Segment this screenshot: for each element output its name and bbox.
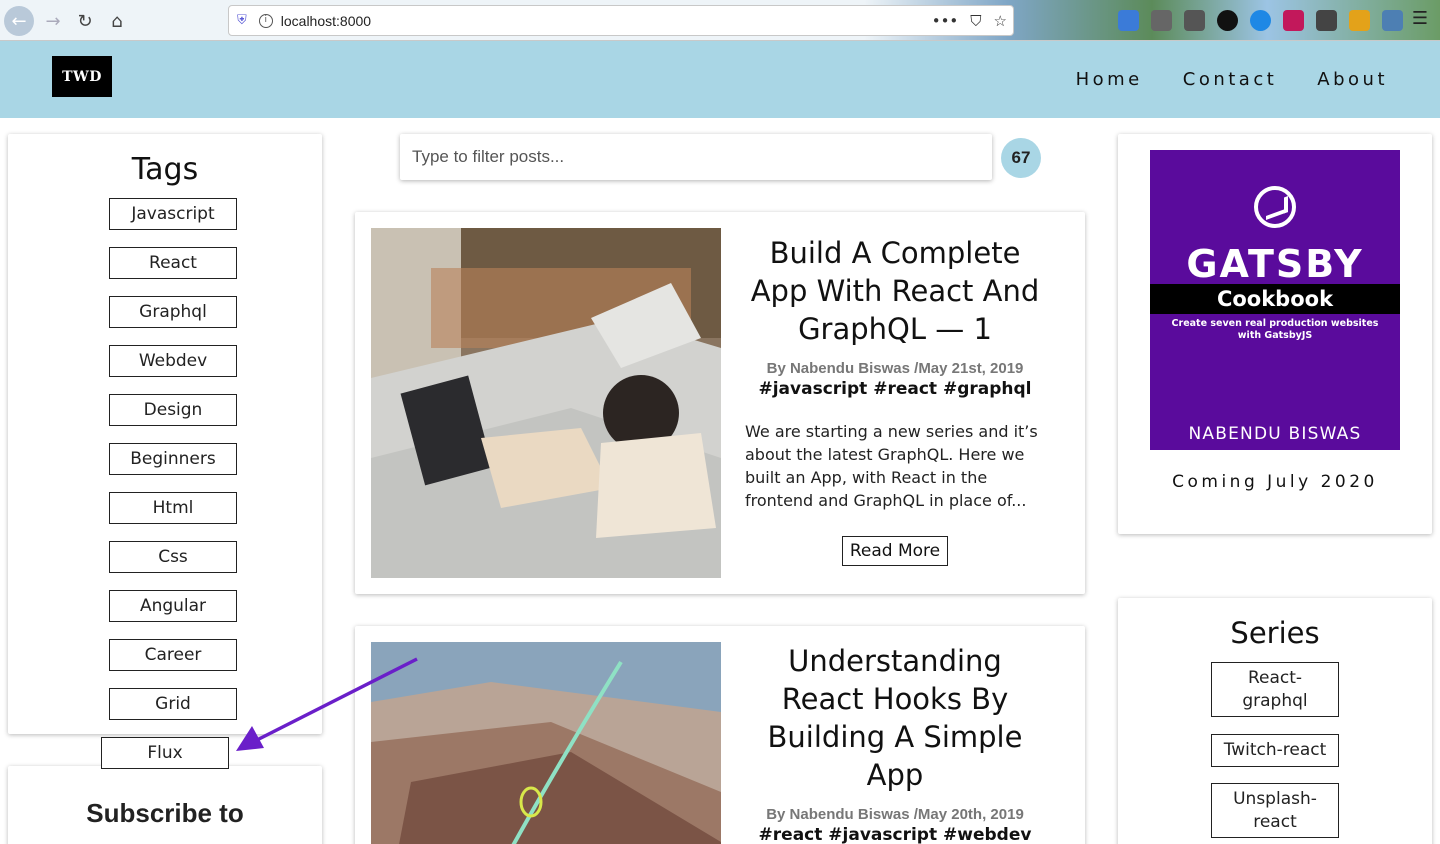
twd-extension-icon[interactable] — [1217, 10, 1238, 31]
extension-icons — [1118, 10, 1403, 31]
post-title[interactable]: Build A Complete App With React And Grap… — [745, 234, 1045, 348]
book-title: GATSBY — [1186, 242, 1364, 286]
extension-icon[interactable] — [1349, 10, 1370, 31]
post-title[interactable]: Understanding React Hooks By Building A … — [745, 642, 1045, 794]
book-promo-card: GATSBY Cookbook Create seven real produc… — [1118, 134, 1432, 534]
post-excerpt: We are starting a new series and it’s ab… — [745, 422, 1038, 510]
series-item[interactable]: React-graphql — [1211, 662, 1339, 717]
book-band: Cookbook — [1150, 284, 1400, 314]
forward-icon[interactable]: → — [38, 6, 68, 36]
tag-grid[interactable]: Grid — [109, 688, 237, 720]
back-icon[interactable]: ← — [4, 6, 34, 36]
site-info-icon[interactable]: i — [258, 13, 273, 28]
post-meta: By Nabendu Biswas /May 21st, 2019 — [766, 360, 1024, 377]
notes-extension-icon[interactable] — [1316, 10, 1337, 31]
page-actions-icon[interactable]: ••• — [932, 12, 959, 30]
post-tags: #javascript #react #graphql — [758, 379, 1032, 399]
gatsby-logo-icon — [1254, 186, 1296, 228]
post-count-badge: 67 — [1001, 138, 1041, 178]
post-body: Understanding React Hooks By Building A … — [745, 642, 1045, 844]
search-input[interactable] — [400, 134, 992, 180]
extension-icon[interactable] — [1118, 10, 1139, 31]
subscribe-title: Subscribe to — [86, 798, 244, 828]
bookmark-star-icon[interactable]: ☆ — [994, 12, 1007, 30]
read-more-button[interactable]: Read More — [841, 536, 949, 566]
post-image[interactable] — [371, 228, 721, 578]
browser-toolbar: ← → ↻ ⌂ ⛨ i localhost:8000 ••• ⛉ ☆ ☰ — [0, 0, 1440, 41]
tag-graphql[interactable]: Graphql — [109, 296, 237, 328]
post-meta: By Nabendu Biswas /May 20th, 2019 — [766, 806, 1024, 823]
series-card: Series React-graphql Twitch-react Unspla… — [1118, 598, 1432, 844]
tag-design[interactable]: Design — [109, 394, 237, 426]
post-card: Build A Complete App With React And Grap… — [355, 212, 1085, 594]
coming-soon-text: Coming July 2020 — [1172, 472, 1378, 492]
post-body: Build A Complete App With React And Grap… — [745, 234, 1045, 566]
tag-html[interactable]: Html — [109, 492, 237, 524]
tag-webdev[interactable]: Webdev — [109, 345, 237, 377]
extension-icon[interactable] — [1283, 10, 1304, 31]
post-tags: #react #javascript #webdev — [758, 825, 1032, 844]
reader-icon[interactable] — [1184, 10, 1205, 31]
nav-home[interactable]: Home — [1076, 69, 1143, 90]
tag-javascript[interactable]: Javascript — [109, 198, 237, 230]
post-card: Understanding React Hooks By Building A … — [355, 626, 1085, 844]
post-image[interactable] — [371, 642, 721, 844]
book-subtitle: Create seven real production websites wi… — [1171, 318, 1379, 341]
book-cover[interactable]: GATSBY Cookbook Create seven real produc… — [1150, 150, 1400, 450]
tag-flux[interactable]: Flux — [101, 737, 229, 769]
tag-css[interactable]: Css — [109, 541, 237, 573]
reload-icon[interactable]: ↻ — [70, 6, 100, 36]
home-icon[interactable]: ⌂ — [102, 6, 132, 36]
series-title: Series — [1230, 616, 1320, 650]
series-item[interactable]: Twitch-react — [1211, 734, 1339, 767]
nav-about[interactable]: About — [1317, 69, 1388, 90]
tracking-shield-icon[interactable]: ⛨ — [237, 13, 247, 28]
nav-contact[interactable]: Contact — [1183, 69, 1278, 90]
subscribe-card: Subscribe to — [8, 766, 322, 844]
tags-title: Tags — [131, 152, 199, 187]
url-text[interactable]: localhost:8000 — [281, 13, 371, 29]
tag-react[interactable]: React — [109, 247, 237, 279]
series-item[interactable]: Unsplash-react — [1211, 783, 1339, 838]
address-bar[interactable]: ⛨ i localhost:8000 ••• ⛉ ☆ — [228, 5, 1014, 36]
tag-career[interactable]: Career — [109, 639, 237, 671]
devtools-extension-icon[interactable] — [1250, 10, 1271, 31]
book-author: NABENDU BISWAS — [1188, 424, 1362, 444]
pocket-icon[interactable]: ⛉ — [970, 12, 981, 30]
tags-card: Tags Javascript React Graphql Webdev Des… — [8, 134, 322, 734]
hamburger-menu-icon[interactable]: ☰ — [1412, 8, 1428, 29]
library-icon[interactable] — [1151, 10, 1172, 31]
tag-beginners[interactable]: Beginners — [109, 443, 237, 475]
tag-angular[interactable]: Angular — [109, 590, 237, 622]
site-header: TWD Home Contact About — [0, 41, 1440, 118]
site-logo[interactable]: TWD — [52, 56, 112, 97]
extension-icon[interactable] — [1382, 10, 1403, 31]
main-nav: Home Contact About — [1076, 69, 1388, 90]
